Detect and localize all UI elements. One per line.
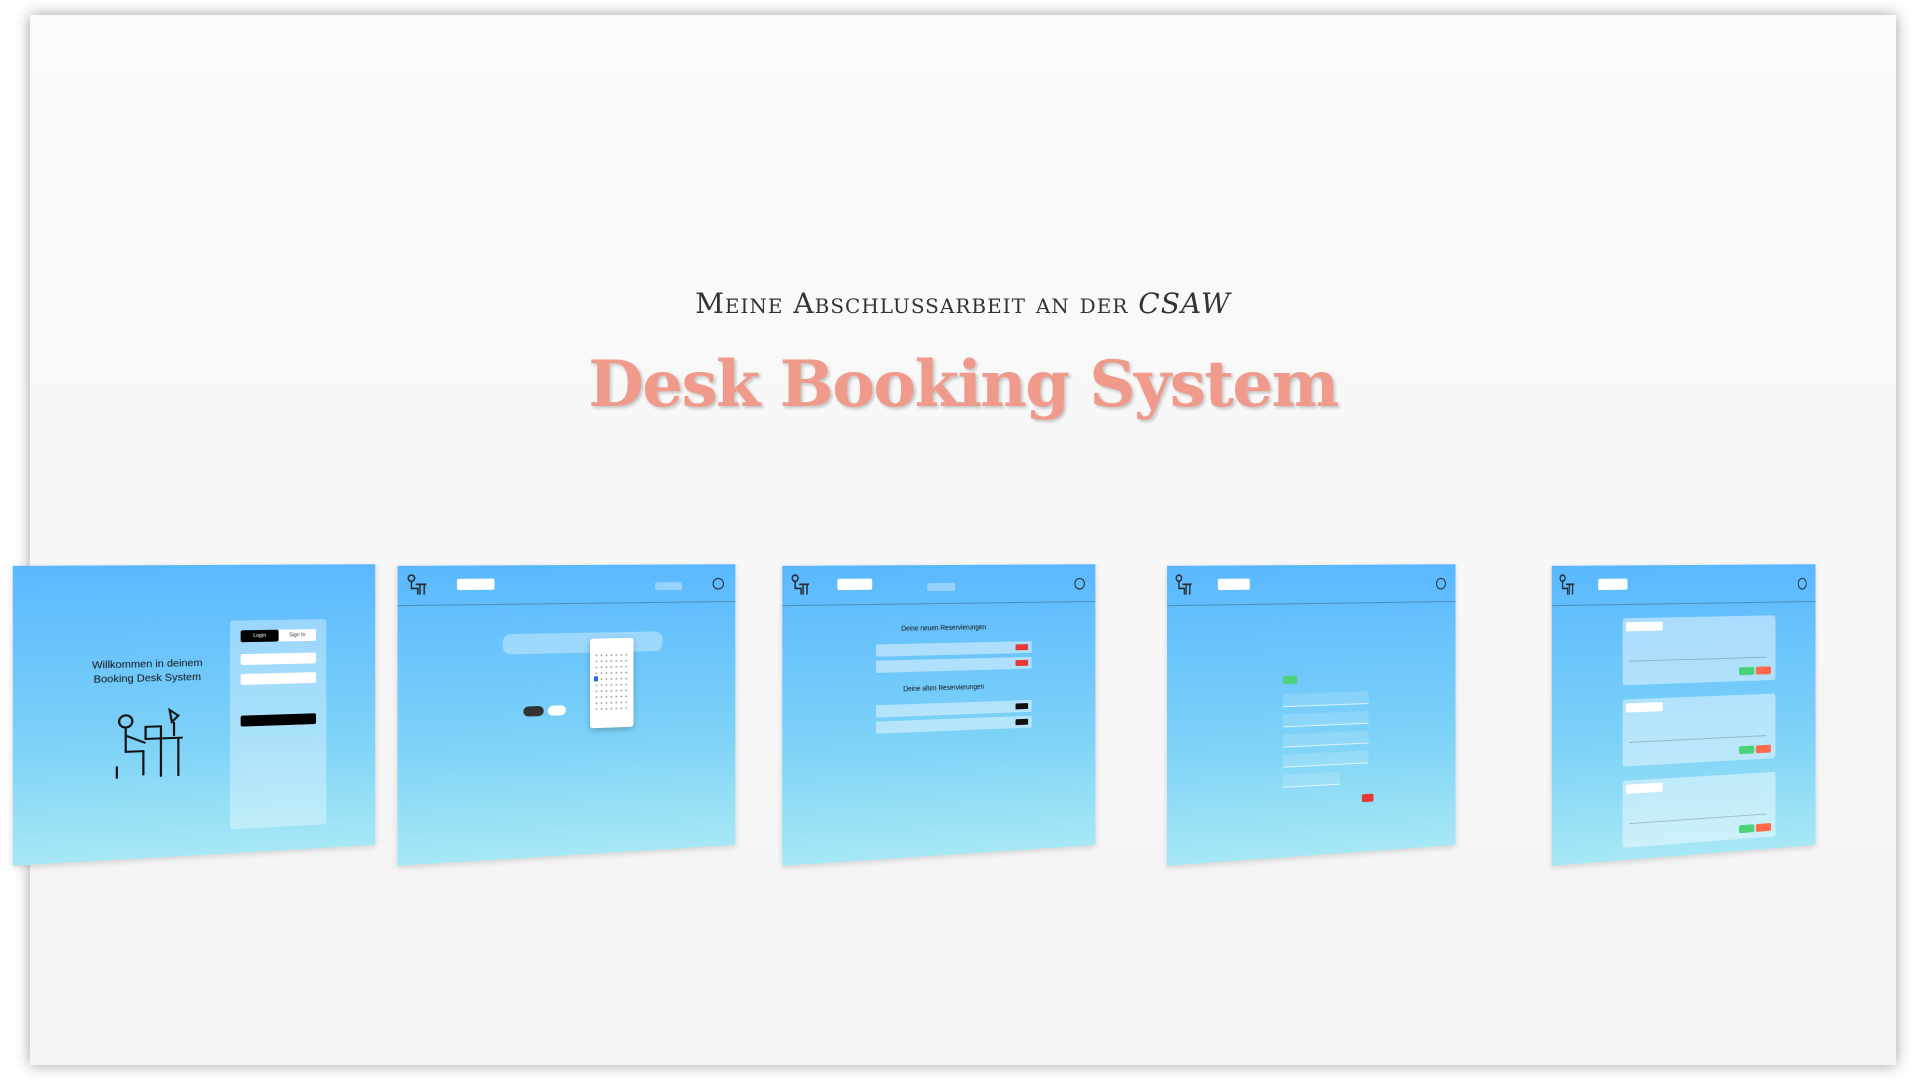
location-dropdown[interactable] (456, 578, 495, 591)
card-location (1625, 702, 1663, 713)
accept-button[interactable] (1739, 666, 1755, 676)
email-field[interactable] (1283, 730, 1369, 748)
desk-logo-icon[interactable] (1174, 573, 1192, 596)
request-card (1622, 615, 1776, 686)
table-row (876, 715, 1032, 734)
filter-bar (502, 631, 663, 717)
old-reservations-heading: Deine alten Reservierungen (903, 683, 985, 694)
status-badge (1283, 675, 1298, 685)
location-dropdown[interactable] (1598, 578, 1628, 591)
delete-button[interactable] (1015, 644, 1029, 651)
table-row (876, 656, 1032, 673)
login-button[interactable] (240, 713, 317, 727)
card-comment (1629, 721, 1767, 743)
request-card (1622, 771, 1776, 848)
reject-button[interactable] (1755, 666, 1771, 675)
accept-button[interactable] (1739, 824, 1755, 834)
rebook-button[interactable] (1015, 718, 1029, 726)
login-screenshot: Willkommen in deinem Booking Desk System (12, 564, 376, 866)
first-name-field[interactable] (1283, 691, 1369, 708)
calendar-days[interactable] (593, 651, 630, 715)
confirm-field[interactable] (1283, 771, 1340, 788)
card-location (1625, 621, 1663, 632)
toggle-option[interactable] (547, 705, 566, 716)
desk-logo-icon[interactable] (406, 573, 427, 596)
desk-logo-icon[interactable] (1558, 573, 1575, 596)
profile-screenshot (1166, 564, 1456, 866)
new-reservations-heading: Deine neuen Reservierungen (901, 624, 987, 633)
nav-link-reservations[interactable] (927, 582, 956, 592)
request-card (1622, 693, 1776, 767)
reject-button[interactable] (1755, 822, 1771, 832)
card-comment (1629, 642, 1767, 662)
table-row (876, 641, 1032, 657)
selected-day[interactable] (593, 676, 598, 682)
delete-button[interactable] (1015, 659, 1029, 667)
logout-button[interactable] (1361, 793, 1374, 803)
location-dropdown[interactable] (837, 578, 873, 591)
auth-tabs: Login Sign In (240, 629, 317, 643)
password-field[interactable] (240, 672, 317, 685)
rebook-button[interactable] (1015, 703, 1029, 710)
table-row (876, 699, 1032, 718)
user-icon[interactable] (1074, 577, 1085, 590)
navbar (782, 564, 1096, 607)
card-comment (1629, 799, 1767, 825)
desk-logo-icon[interactable] (790, 573, 810, 596)
welcome-text: Willkommen in deinem Booking Desk System (81, 657, 213, 688)
card-location (1625, 782, 1663, 794)
last-name-field[interactable] (1283, 710, 1369, 728)
navbar (1551, 564, 1816, 607)
overview-screenshot (1551, 564, 1816, 866)
navbar (397, 564, 736, 607)
user-icon[interactable] (1436, 577, 1446, 590)
navbar (1166, 564, 1456, 607)
tab-login[interactable]: Login (240, 629, 279, 643)
email-field[interactable] (240, 652, 317, 666)
password-field[interactable] (1283, 750, 1369, 768)
date-picker[interactable] (590, 637, 634, 729)
slide: Meine Abschlussarbeit an der CSAW Desk B… (12, 15, 1896, 1065)
user-icon[interactable] (1797, 577, 1807, 590)
desk-worker-icon (112, 703, 189, 787)
welcome-line-2: Booking Desk System (93, 671, 201, 686)
screenshot-gallery: Willkommen in deinem Booking Desk System (12, 15, 1896, 1065)
toggle-option-active[interactable] (523, 705, 544, 717)
reservations-screenshot: Deine neuen Reservierungen Deine alten R… (782, 564, 1096, 866)
login-panel: Login Sign In (230, 619, 327, 830)
location-dropdown[interactable] (1217, 578, 1250, 591)
tab-signup[interactable]: Sign In (279, 629, 316, 641)
booking-screenshot (397, 564, 736, 866)
reject-button[interactable] (1755, 744, 1771, 754)
nav-link-booking[interactable] (654, 582, 683, 591)
user-icon[interactable] (712, 577, 724, 590)
accept-button[interactable] (1739, 745, 1755, 755)
